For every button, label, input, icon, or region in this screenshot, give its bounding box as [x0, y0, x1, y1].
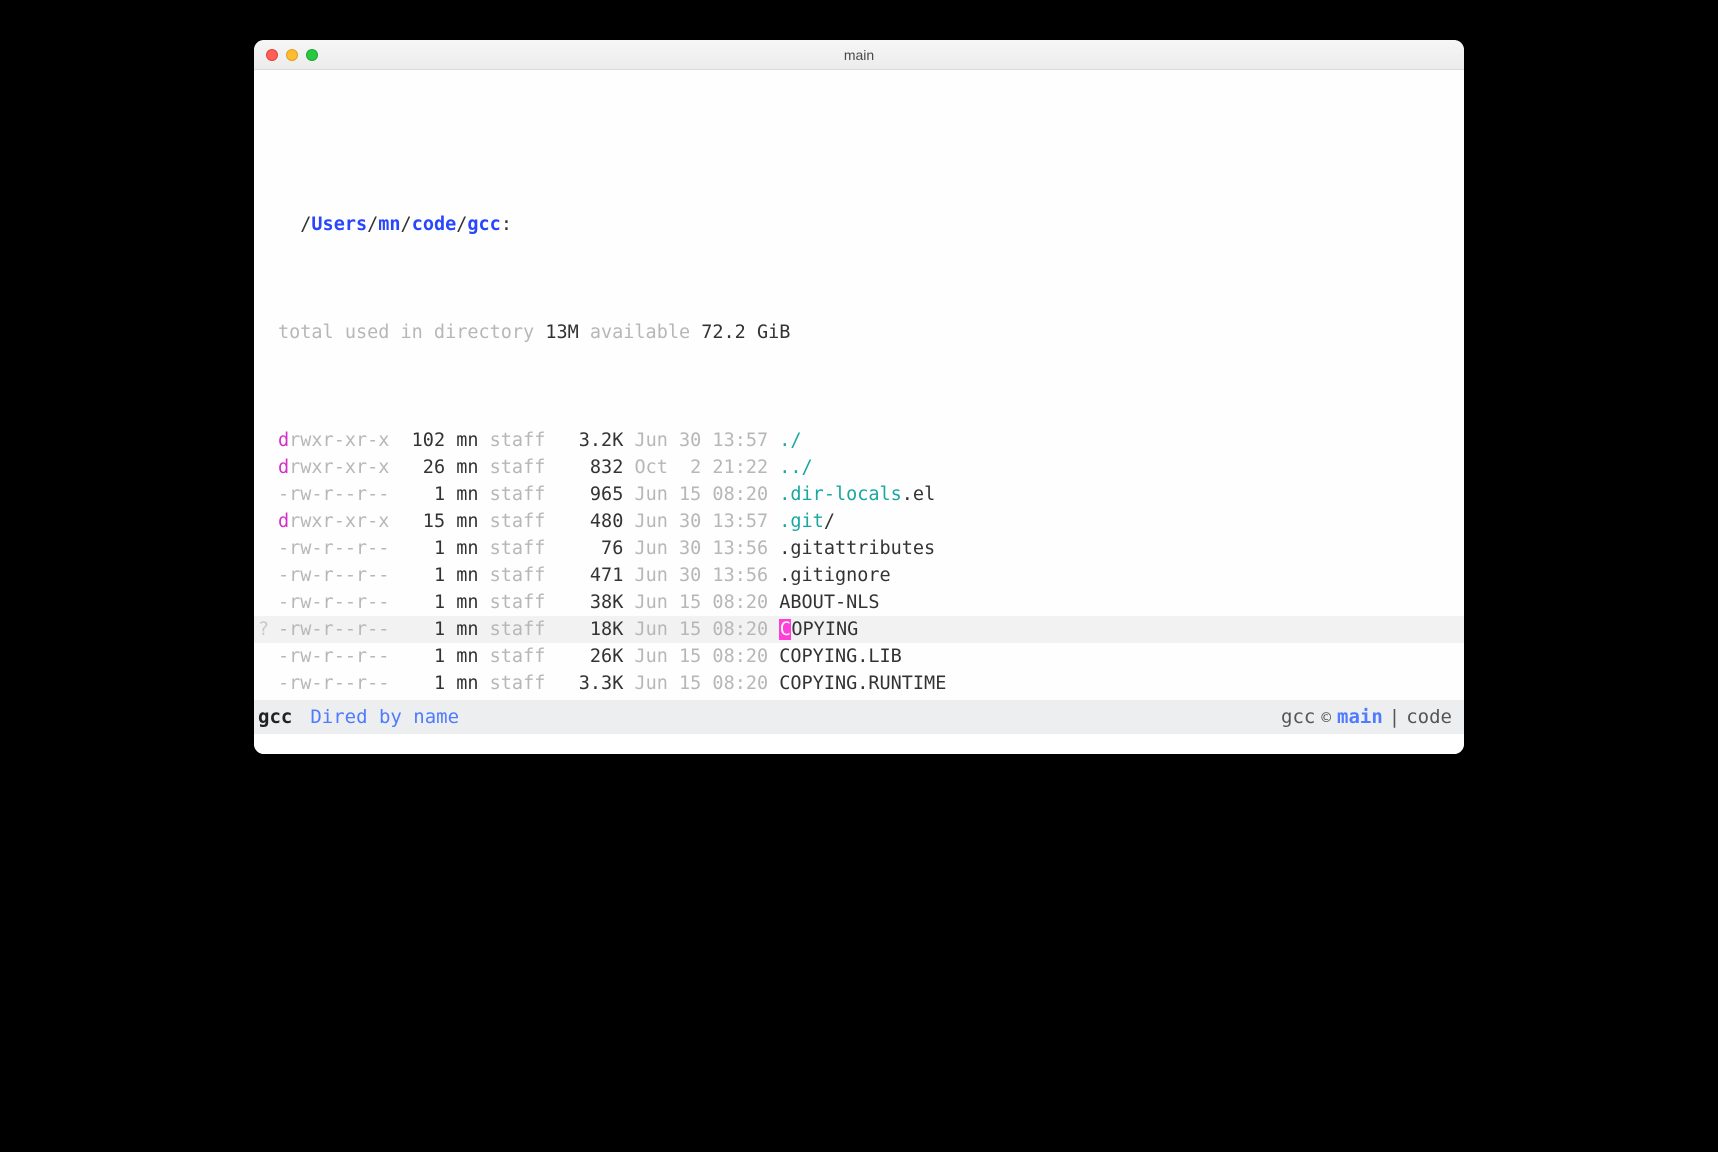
- file-row[interactable]: -rw-r--r-- 1 mn staff 38K Jun 15 08:20 A…: [254, 589, 1464, 616]
- path-segment[interactable]: Users: [311, 214, 367, 235]
- modeline-vcs: gcc © main | code: [1281, 706, 1452, 728]
- file-row[interactable]: -rw-r--r-- 1 mn staff 471 Jun 30 13:56 .…: [254, 562, 1464, 589]
- file-row[interactable]: -rw-r--r-- 1 mn staff 18K Jun 15 08:20 C…: [254, 616, 1464, 643]
- fringe-indicator: ?: [258, 616, 269, 643]
- file-row[interactable]: -rw-r--r-- 1 mn staff 35K Jun 15 08:20 C…: [254, 697, 1464, 700]
- file-row[interactable]: -rw-r--r-- 1 mn staff 76 Jun 30 13:56 .g…: [254, 535, 1464, 562]
- path-segment[interactable]: mn: [378, 214, 400, 235]
- modeline-left: gcc Dired by name: [258, 706, 459, 728]
- window-title: main: [254, 48, 1464, 62]
- vcs-branch[interactable]: main: [1337, 706, 1383, 728]
- titlebar[interactable]: main: [254, 40, 1464, 70]
- directory-row[interactable]: drwxr-xr-x 102 mn staff 3.2K Jun 30 13:5…: [254, 427, 1464, 454]
- dired-path[interactable]: /Users/mn/code/gcc:: [254, 211, 1464, 238]
- echo-area[interactable]: [254, 734, 1464, 754]
- point-cursor: C: [779, 619, 791, 640]
- vcs-repo: gcc: [1281, 706, 1315, 728]
- file-row[interactable]: -rw-r--r-- 1 mn staff 965 Jun 15 08:20 .…: [254, 481, 1464, 508]
- path-segment[interactable]: gcc: [467, 214, 500, 235]
- dired-buffer[interactable]: ? /Users/mn/code/gcc: total used in dire…: [254, 70, 1464, 700]
- modeline[interactable]: gcc Dired by name gcc © main | code: [254, 700, 1464, 734]
- dired-listing: drwxr-xr-x 102 mn staff 3.2K Jun 30 13:5…: [254, 427, 1464, 700]
- directory-row[interactable]: drwxr-xr-x 15 mn staff 480 Jun 30 13:57 …: [254, 508, 1464, 535]
- directory-row[interactable]: drwxr-xr-x 26 mn staff 832 Oct 2 21:22 .…: [254, 454, 1464, 481]
- vcs-symbol-icon: ©: [1321, 708, 1331, 727]
- file-row[interactable]: -rw-r--r-- 1 mn staff 26K Jun 15 08:20 C…: [254, 643, 1464, 670]
- vcs-sep: |: [1389, 706, 1400, 728]
- emacs-window: main ? /Users/mn/code/gcc: total used in…: [254, 40, 1464, 754]
- modeline-buffer-name[interactable]: gcc: [258, 706, 292, 728]
- file-row[interactable]: -rw-r--r-- 1 mn staff 3.3K Jun 15 08:20 …: [254, 670, 1464, 697]
- vcs-dir: code: [1406, 706, 1452, 728]
- modeline-major-mode[interactable]: Dired by name: [310, 706, 459, 728]
- dired-summary: total used in directory 13M available 72…: [254, 319, 1464, 346]
- path-segment[interactable]: code: [412, 214, 457, 235]
